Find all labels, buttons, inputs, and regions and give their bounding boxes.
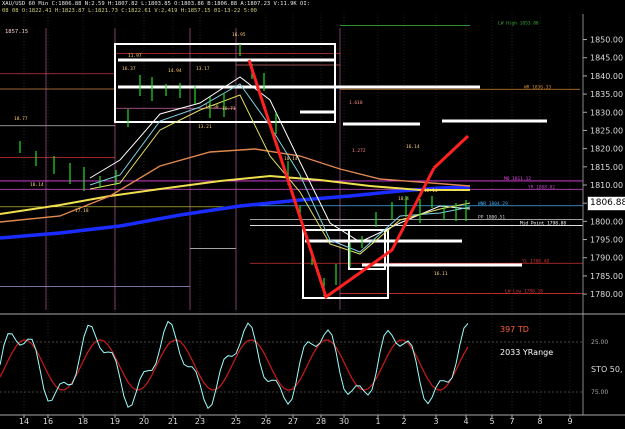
bar-value-label: 18.4 bbox=[398, 196, 409, 202]
bar-value-label: 12.14 bbox=[424, 188, 438, 194]
bar-value-label: 13.21 bbox=[198, 124, 212, 130]
pivot-level-label: YR 1808.82 bbox=[528, 184, 555, 190]
trend-arrow bbox=[247, 59, 470, 300]
osc-axis-label: 25.00 bbox=[591, 339, 608, 346]
td-count-label: 397 TD bbox=[500, 325, 529, 334]
date-tick-label: 26 bbox=[261, 417, 271, 426]
price-tick-label: 1815.00 bbox=[590, 163, 623, 172]
date-tick-label: 30 bbox=[339, 417, 349, 426]
trend-arrow-line bbox=[247, 59, 436, 300]
bar-value-label: 16.37 bbox=[122, 66, 136, 72]
bar-value-label: 16.11 bbox=[434, 271, 448, 277]
bar-value-label: 11.97 bbox=[128, 53, 142, 59]
price-chart[interactable]: 1850.001845.001840.001835.001830.001825.… bbox=[0, 0, 625, 429]
trend-arrow-head-line bbox=[432, 134, 470, 170]
date-tick-label: 16 bbox=[43, 417, 53, 426]
price-tick-label: 1840.00 bbox=[590, 72, 623, 81]
pivot-level-label: MO 1811.12 bbox=[504, 176, 531, 182]
bar-value-label: 18.77 bbox=[14, 116, 28, 122]
date-tick-label: 23 bbox=[195, 417, 205, 426]
osc-main-line bbox=[0, 320, 469, 410]
orange-moving-average bbox=[0, 148, 471, 223]
price-tick-label: 1820.00 bbox=[590, 145, 623, 154]
bar-value-label: 13.17 bbox=[196, 66, 210, 72]
chart-labels: LW High 1853.88 WR 1836.33 MO 1811.12 YR 18… bbox=[14, 20, 623, 396]
price-tick-label: 1835.00 bbox=[590, 90, 623, 99]
pivot-level-label: Mid Point 1798.88 bbox=[520, 220, 566, 226]
pivot-levels bbox=[0, 25, 583, 310]
date-tick-label: 4 bbox=[463, 417, 468, 426]
bar-value-label: 16.71 bbox=[222, 106, 236, 112]
bar-value-label: 14.50 bbox=[205, 104, 219, 110]
pivot-level-label: YL 1788.48 bbox=[522, 258, 549, 264]
price-tick-label: 1810.00 bbox=[590, 181, 623, 190]
yearly-range-label: 2033 YRange bbox=[500, 348, 553, 357]
bar-value-label: 14.94 bbox=[168, 68, 182, 74]
price-tick-label: 1795.00 bbox=[590, 236, 623, 245]
bar-value-label: 16.95 bbox=[232, 32, 246, 38]
price-tick-label: 1790.00 bbox=[590, 254, 623, 263]
price-tick-label: 1785.00 bbox=[590, 272, 623, 281]
date-tick-label: 9 bbox=[567, 417, 572, 426]
bar-value-label: 10.14 bbox=[284, 156, 298, 162]
date-tick-label: 25 bbox=[231, 417, 241, 426]
price-tick-label: 1800.00 bbox=[590, 217, 623, 226]
annotation-boxes bbox=[114, 43, 547, 299]
current-price-marker: 1806.88 bbox=[587, 196, 625, 211]
date-tick-label: 1 bbox=[375, 417, 380, 426]
date-tick-label: 21 bbox=[168, 417, 178, 426]
pivot-level-label: WR 1836.33 bbox=[524, 84, 551, 90]
price-tick-label: 1830.00 bbox=[590, 108, 623, 117]
date-tick-label: 3 bbox=[433, 417, 438, 426]
pivot-level-label: WNR 1804.29 bbox=[478, 201, 508, 207]
oscillator-name-label: STO 50, bbox=[591, 365, 623, 374]
date-tick-label: 2 bbox=[401, 417, 406, 426]
date-tick-label: 27 bbox=[288, 417, 298, 426]
osc-signal-line bbox=[0, 339, 469, 391]
price-tick-label: 1825.00 bbox=[590, 126, 623, 135]
bar-value-label: 18.14 bbox=[30, 182, 44, 188]
pivot-level-label: LW High 1853.88 bbox=[498, 20, 539, 26]
date-tick-label: 14 bbox=[19, 417, 29, 426]
chart-window: XAU/USD 60 Min C:1806.88 N:2.59 H:1807.8… bbox=[0, 0, 625, 429]
date-tick-label: 18 bbox=[78, 417, 88, 426]
price-bars bbox=[19, 44, 467, 296]
chart-grid bbox=[23, 14, 571, 415]
date-tick-label: 19 bbox=[110, 417, 120, 426]
pivot-level-label: LW Low 1780.18 bbox=[505, 288, 543, 294]
pivot-level-label: PP 1800.51 bbox=[478, 215, 505, 221]
date-tick-label: 20 bbox=[139, 417, 149, 426]
price-tick-label: 1780.00 bbox=[590, 290, 623, 299]
current-price-label: 1806.88 bbox=[590, 198, 625, 208]
price-tick-label: 1850.00 bbox=[590, 36, 623, 45]
bar-value-label: 17.18 bbox=[75, 208, 89, 214]
date-tick-label: 8 bbox=[537, 417, 542, 426]
osc-axis-label: 75.00 bbox=[591, 389, 608, 396]
fib-label: 1.618 bbox=[349, 100, 363, 106]
stochastic-oscillator bbox=[0, 320, 583, 410]
date-tick-label: 7 bbox=[509, 417, 514, 426]
chart-axes: 1850.001845.001840.001835.001830.001825.… bbox=[0, 14, 625, 426]
fib-label: 1.272 bbox=[352, 148, 366, 154]
bar-value-label: 16.14 bbox=[406, 144, 420, 150]
price-tick-label: 1845.00 bbox=[590, 54, 623, 63]
date-tick-label: 28 bbox=[316, 417, 326, 426]
date-tick-label: 5 bbox=[489, 417, 494, 426]
